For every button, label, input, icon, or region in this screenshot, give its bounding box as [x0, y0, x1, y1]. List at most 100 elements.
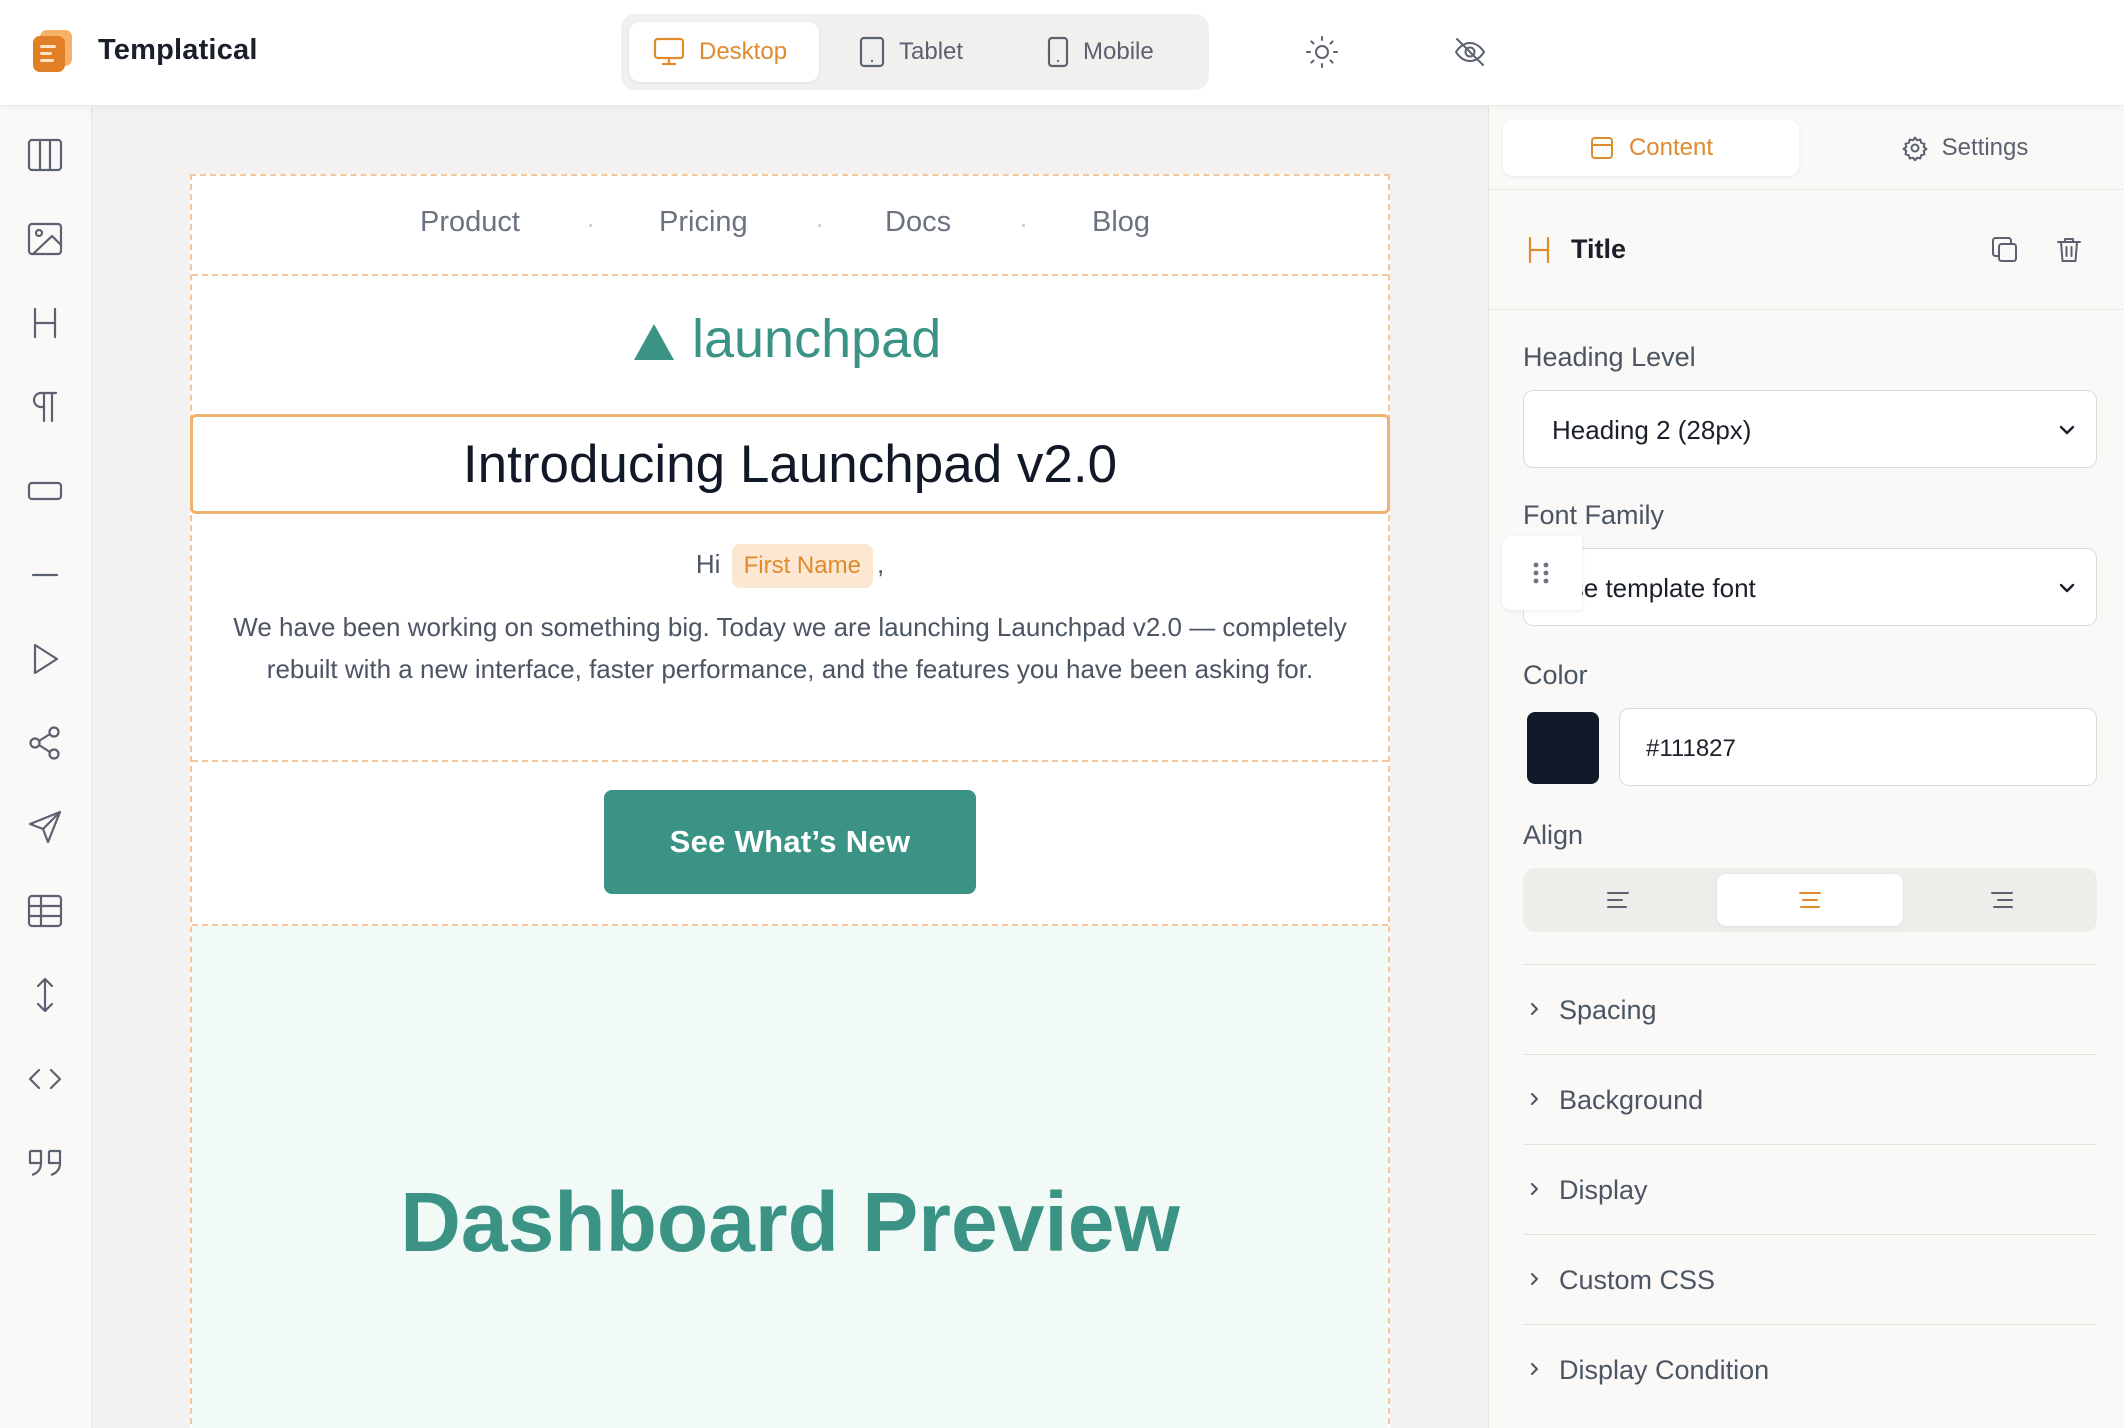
accordion-label: Background	[1559, 1085, 1704, 1115]
chevron-down-icon	[2056, 577, 2078, 599]
greeting-line: Hi First Name,	[192, 544, 1388, 588]
font-family-select[interactable]: Use template font	[1523, 548, 2097, 626]
email-nav-link[interactable]: Blog	[1092, 206, 1150, 239]
triangle-logo-icon	[632, 322, 676, 362]
app-logo	[30, 28, 76, 74]
color-swatch[interactable]	[1527, 712, 1599, 784]
trash-icon[interactable]	[2053, 234, 2085, 266]
accordion-label: Display	[1559, 1175, 1648, 1205]
spacer-icon[interactable]	[26, 976, 64, 1014]
device-mobile-button[interactable]: Mobile	[1023, 22, 1178, 82]
email-title-block[interactable]: Introducing Launchpad v2.0	[190, 414, 1390, 514]
mobile-icon	[1047, 36, 1069, 68]
font-family-value: Use template font	[1552, 573, 1756, 603]
panel-tabs: Content Settings	[1489, 106, 2124, 190]
app-name: Templatical	[98, 34, 258, 66]
properties-panel: Content Settings Title Heading Level Hea…	[1488, 106, 2124, 1428]
align-label: Align	[1523, 820, 1584, 850]
email-body-text: We have been working on something big. T…	[233, 612, 1347, 684]
first-name-merge-tag[interactable]: First Name	[731, 544, 873, 588]
tab-content-label: Content	[1628, 134, 1714, 161]
align-center-icon	[1799, 892, 1821, 908]
accordion-custom-css[interactable]: Custom CSS	[1523, 1234, 2097, 1324]
layout-icon	[1589, 135, 1615, 161]
color-hex-input[interactable]: #111827	[1619, 708, 2097, 786]
tab-settings-label: Settings	[1941, 134, 2029, 161]
color-hex-value: #111827	[1646, 735, 1736, 762]
social-icon[interactable]	[26, 724, 64, 762]
device-desktop-button[interactable]: Desktop	[629, 22, 819, 82]
greeting-prefix: Hi	[695, 548, 721, 579]
email-nav-link[interactable]: Docs	[885, 206, 951, 239]
code-icon[interactable]	[26, 1060, 64, 1098]
accordion-display[interactable]: Display	[1523, 1144, 2097, 1234]
hero-title: Dashboard Preview	[400, 1175, 1180, 1269]
email-text-block[interactable]: Hi First Name, We have been working on s…	[192, 514, 1388, 762]
email-nav-link[interactable]: Pricing	[659, 206, 748, 239]
tab-settings[interactable]: Settings	[1819, 120, 2111, 176]
chevron-right-icon	[1527, 1089, 1543, 1109]
align-toggle-group	[1523, 868, 2097, 932]
align-left-icon	[1607, 892, 1629, 908]
chevron-down-icon	[2056, 419, 2078, 441]
align-center-button[interactable]	[1717, 874, 1903, 926]
accordion-display-condition[interactable]: Display Condition	[1523, 1324, 2097, 1414]
color-label: Color	[1523, 660, 1588, 690]
table-icon[interactable]	[26, 892, 64, 930]
chevron-right-icon	[1527, 999, 1543, 1019]
heading-level-value: Heading 2 (28px)	[1552, 415, 1752, 445]
divider-icon[interactable]	[26, 556, 64, 594]
align-right-button[interactable]	[1909, 874, 2095, 926]
paragraph-icon[interactable]	[26, 388, 64, 426]
align-right-icon	[1991, 892, 2013, 908]
columns-icon[interactable]	[26, 136, 64, 174]
grip-icon	[1533, 562, 1549, 584]
monitor-icon	[653, 37, 685, 67]
duplicate-icon[interactable]	[1989, 234, 2021, 266]
heading-level-label: Heading Level	[1523, 342, 1696, 372]
device-tablet-button[interactable]: Tablet	[835, 22, 987, 82]
brand-name: launchpad	[692, 309, 942, 369]
device-tablet-label: Tablet	[899, 38, 964, 65]
nav-separator	[818, 224, 821, 227]
align-left-button[interactable]	[1525, 874, 1711, 926]
font-family-label: Font Family	[1523, 500, 1665, 530]
device-switcher: Desktop Tablet Mobile	[621, 14, 1209, 90]
image-icon[interactable]	[26, 220, 64, 258]
nav-separator	[589, 224, 592, 227]
sun-icon[interactable]	[1304, 34, 1340, 70]
tablet-icon	[859, 36, 885, 68]
accordion-spacing[interactable]: Spacing	[1523, 964, 2097, 1054]
device-desktop-label: Desktop	[699, 38, 788, 65]
nav-separator	[1022, 224, 1025, 227]
tab-content[interactable]: Content	[1503, 120, 1799, 176]
selected-block-header: Title	[1489, 190, 2124, 310]
block-toolbar	[0, 106, 92, 1428]
chevron-right-icon	[1527, 1359, 1543, 1379]
video-icon[interactable]	[26, 640, 64, 678]
chevron-right-icon	[1527, 1179, 1543, 1199]
email-nav-block[interactable]: Product Pricing Docs Blog	[192, 176, 1388, 276]
device-mobile-label: Mobile	[1083, 38, 1154, 65]
email-brand-block[interactable]: launchpad	[192, 276, 1388, 416]
heading-level-select[interactable]: Heading 2 (28px)	[1523, 390, 2097, 468]
accordion-label: Custom CSS	[1559, 1265, 1716, 1295]
chevron-right-icon	[1527, 1269, 1543, 1289]
email-hero-block[interactable]: Dashboard Preview	[192, 926, 1388, 1428]
email-button-block: See What’s New	[192, 762, 1388, 926]
accordion-label: Display Condition	[1559, 1355, 1770, 1385]
drag-handle[interactable]	[1502, 536, 1582, 610]
accordion-label: Spacing	[1559, 995, 1657, 1025]
selected-block-name: Title	[1571, 234, 1627, 264]
button-icon[interactable]	[26, 472, 64, 510]
quote-icon[interactable]	[26, 1144, 64, 1182]
gear-icon	[1902, 135, 1928, 161]
email-template: Product Pricing Docs Blog launchpad Intr…	[190, 174, 1390, 1428]
email-nav-link[interactable]: Product	[420, 206, 520, 239]
heading-icon[interactable]	[26, 304, 64, 342]
eye-off-icon[interactable]	[1452, 34, 1488, 70]
accordion-background[interactable]: Background	[1523, 1054, 2097, 1144]
send-icon[interactable]	[26, 808, 64, 846]
see-whats-new-button[interactable]: See What’s New	[604, 790, 976, 894]
editor-canvas: Product Pricing Docs Blog launchpad Intr…	[92, 106, 1582, 1428]
